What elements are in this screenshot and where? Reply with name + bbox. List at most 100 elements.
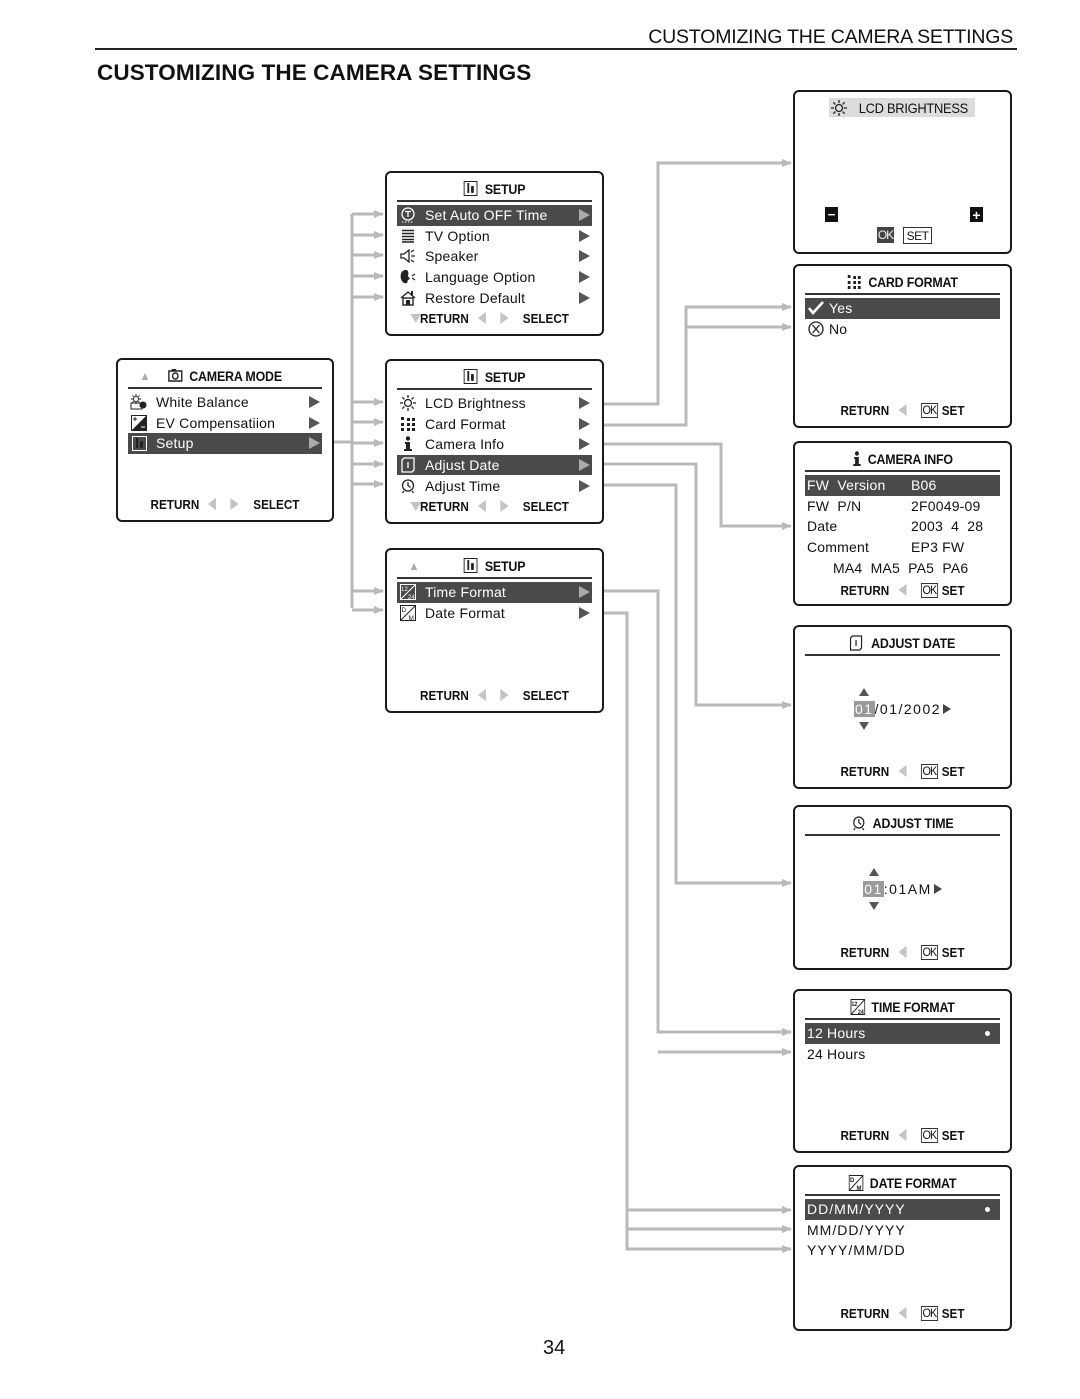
screen-footer: RETURN OK SET xyxy=(806,1127,1000,1143)
connector-time-format xyxy=(603,589,792,1036)
select-label[interactable]: SELECT xyxy=(253,497,299,512)
screen-footer: RETURN OK SET xyxy=(806,402,1000,418)
setup-tools-icon xyxy=(130,435,148,451)
adjust-time-screen: ADJUST TIME 01 :01AM RETURN OK SET xyxy=(793,805,1012,970)
menu-item-setup[interactable]: Setup xyxy=(128,433,322,454)
select-label[interactable]: SELECT xyxy=(523,688,569,703)
menu-item-card-format[interactable]: Card Format xyxy=(397,414,592,435)
down-arrow-icon[interactable] xyxy=(410,313,422,323)
hour-field[interactable]: 01 xyxy=(863,881,884,897)
return-label[interactable]: RETURN xyxy=(151,497,200,512)
menu-item-label: TV Option xyxy=(425,227,490,244)
white-balance-icon xyxy=(130,394,148,410)
up-arrow-icon[interactable]: ▲ xyxy=(139,369,150,383)
option-label: No xyxy=(829,320,848,337)
chevron-right-icon xyxy=(309,437,320,450)
menu-item-adjust-time[interactable]: Adjust Time xyxy=(397,475,592,496)
setup-tools-icon xyxy=(463,558,479,574)
right-arrow-icon[interactable] xyxy=(943,704,952,714)
select-label[interactable]: SELECT xyxy=(523,311,569,326)
menu-item-time-format[interactable]: 12 24 Time Format xyxy=(397,582,592,603)
page-title: CUSTOMIZING THE CAMERA SETTINGS xyxy=(97,60,532,85)
set-label[interactable]: SET xyxy=(942,403,965,418)
menu-item-adjust-date[interactable]: Adjust Date xyxy=(397,454,592,476)
menu-item-label: Adjust Time xyxy=(425,477,501,494)
return-label[interactable]: RETURN xyxy=(840,1128,889,1143)
info-key: FW Version xyxy=(807,477,886,494)
chevron-right-icon xyxy=(309,396,320,409)
left-arrow-icon xyxy=(477,689,486,701)
minus-button[interactable]: − xyxy=(825,207,838,222)
screen-title: LCD BRIGHTNESS xyxy=(858,99,969,116)
date-format-icon: DM xyxy=(399,604,417,621)
screen-footer: RETURN OK SET xyxy=(806,944,1000,960)
select-label[interactable]: SELECT xyxy=(523,499,569,514)
return-label[interactable]: RETURN xyxy=(840,945,889,960)
option-12-hours[interactable]: 12 Hours xyxy=(805,1023,1000,1044)
left-arrow-icon xyxy=(898,946,907,958)
connector-date-format xyxy=(603,611,792,1253)
card-dots-icon xyxy=(847,274,862,290)
set-label[interactable]: SET xyxy=(942,945,965,960)
selected-dot-icon xyxy=(985,1206,990,1212)
menu-item-language-option[interactable]: Language Option xyxy=(397,267,592,288)
ok-button[interactable]: OK xyxy=(877,227,894,243)
screen-header: SETUP xyxy=(405,367,584,387)
menu-item-white-balance[interactable]: White Balance xyxy=(128,392,322,413)
set-button[interactable]: SET xyxy=(903,227,932,244)
return-label[interactable]: RETURN xyxy=(840,764,889,779)
set-label[interactable]: SET xyxy=(942,1128,965,1143)
option-mm-dd-yyyy[interactable]: MM/DD/YYYY xyxy=(805,1220,1000,1241)
info-value: 2003 4 28 xyxy=(911,518,984,535)
set-label[interactable]: SET xyxy=(942,1306,965,1321)
set-label[interactable]: SET xyxy=(942,764,965,779)
header-rule xyxy=(397,200,592,202)
ok-icon: OK xyxy=(920,763,939,779)
screen-title: SETUP xyxy=(484,558,526,574)
return-label[interactable]: RETURN xyxy=(840,583,889,598)
menu-item-date-format[interactable]: DM Date Format xyxy=(397,603,592,624)
info-row-comment: Comment EP3 FW xyxy=(805,537,1000,558)
right-arrow-icon xyxy=(500,500,509,512)
time-rest: :01AM xyxy=(883,881,932,897)
screen-header: ▲ SETUP xyxy=(405,556,584,576)
chevron-right-icon xyxy=(579,459,590,472)
up-arrow-icon[interactable]: ▲ xyxy=(408,559,419,573)
header-rule xyxy=(805,293,1000,295)
info-value: B06 xyxy=(911,477,937,494)
menu-item-lcd-brightness[interactable]: LCD Brightness xyxy=(397,393,592,414)
return-label[interactable]: RETURN xyxy=(420,688,469,703)
option-yyyy-mm-dd[interactable]: YYYY/MM/DD xyxy=(805,1240,1000,1261)
left-arrow-icon xyxy=(898,1129,907,1141)
svg-text:12: 12 xyxy=(401,587,409,593)
menu-item-camera-info[interactable]: Camera Info xyxy=(397,434,592,455)
camera-icon xyxy=(168,368,183,384)
set-label[interactable]: SET xyxy=(942,583,965,598)
option-dd-mm-yyyy[interactable]: DD/MM/YYYY xyxy=(805,1199,1000,1220)
return-label[interactable]: RETURN xyxy=(840,1306,889,1321)
screen-header: SETUP xyxy=(405,179,584,199)
info-key: Date xyxy=(807,518,838,535)
right-arrow-icon[interactable] xyxy=(933,884,942,894)
info-key: Comment xyxy=(807,539,870,556)
menu-item-speaker[interactable]: Speaker xyxy=(397,246,592,267)
ok-label: OK xyxy=(877,228,894,242)
option-no[interactable]: No xyxy=(805,319,1000,340)
return-label[interactable]: RETURN xyxy=(420,311,469,326)
svg-text:D: D xyxy=(850,1177,855,1184)
camera-info-screen: CAMERA INFO FW Version B06 FW P/N 2F0049… xyxy=(793,441,1012,606)
day-field[interactable]: 01 xyxy=(853,701,875,717)
menu-item-set-auto-off-time[interactable]: Set Auto OFF Time xyxy=(397,205,592,226)
option-24-hours[interactable]: 24 Hours xyxy=(805,1044,1000,1065)
menu-item-restore-default[interactable]: Restore Default xyxy=(397,287,592,308)
menu-item-tv-option[interactable]: TV Option xyxy=(397,226,592,247)
option-yes[interactable]: Yes xyxy=(805,298,1000,319)
menu-item-label: White Balance xyxy=(156,394,249,411)
svg-text:24: 24 xyxy=(408,595,416,600)
return-label[interactable]: RETURN xyxy=(840,403,889,418)
return-label[interactable]: RETURN xyxy=(420,499,469,514)
plus-button[interactable]: + xyxy=(970,207,983,223)
menu-item-ev-compensation[interactable]: EV Compensatiion xyxy=(128,413,322,434)
down-arrow-icon[interactable] xyxy=(410,501,422,511)
svg-text:D: D xyxy=(402,607,407,614)
